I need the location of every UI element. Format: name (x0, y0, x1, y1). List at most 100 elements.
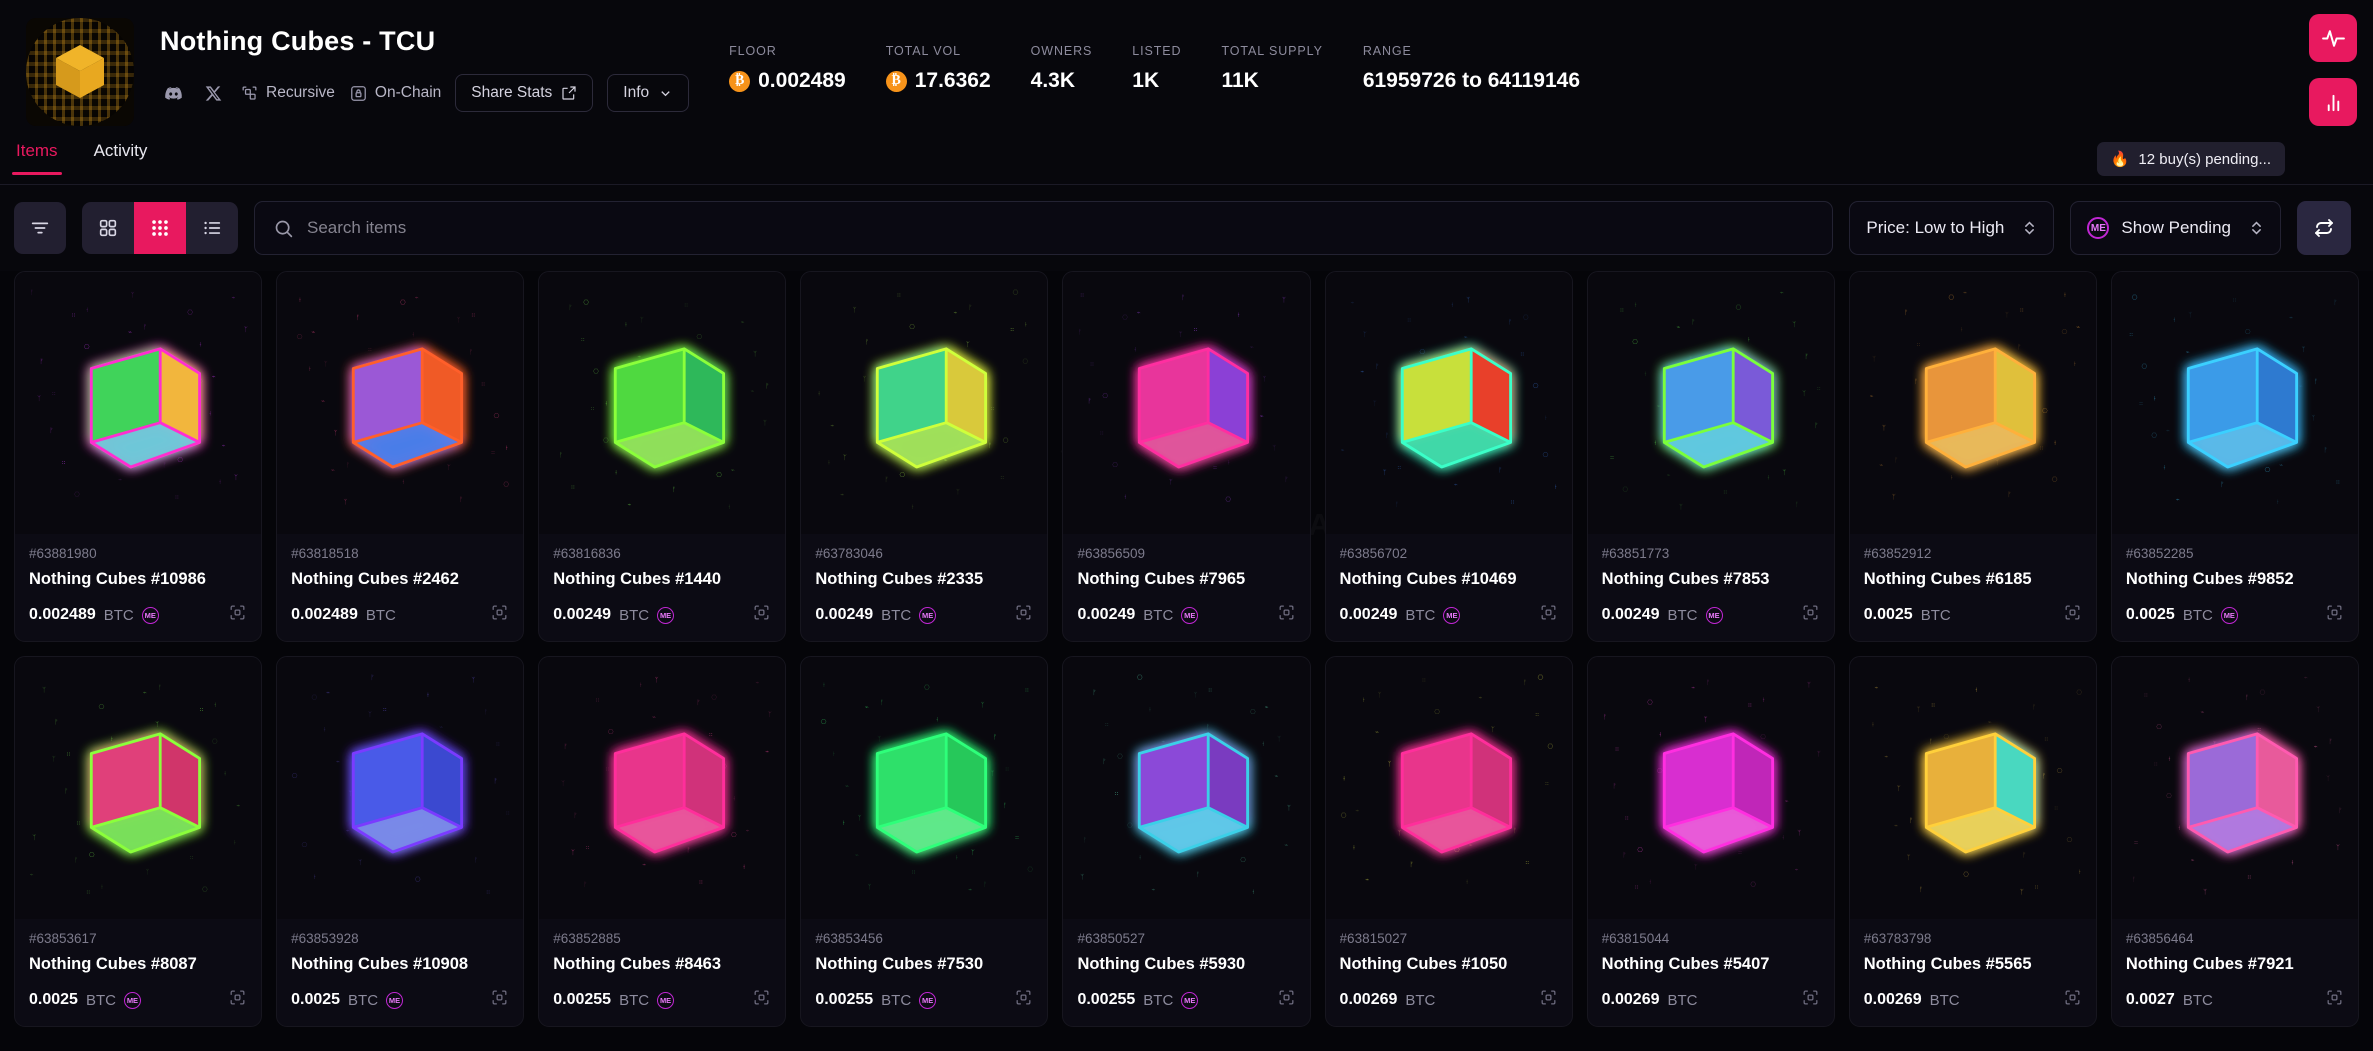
activity-pulse-button[interactable] (2309, 14, 2357, 62)
list-view-button[interactable] (186, 202, 238, 254)
svg-text:⟊: ⟊ (1654, 439, 1656, 447)
filter-toggle-button[interactable] (14, 202, 66, 254)
svg-text:∷: ∷ (586, 844, 590, 852)
discord-icon[interactable] (160, 80, 186, 106)
svg-text:⟊: ⟊ (1782, 834, 1784, 842)
x-icon[interactable] (200, 80, 226, 106)
svg-text:ᛉ: ᛉ (1807, 681, 1811, 689)
svg-text:ᚠ: ᚠ (459, 495, 463, 503)
add-to-cart-button[interactable] (752, 603, 771, 627)
pending-filter-select[interactable]: ME Show Pending (2070, 201, 2281, 255)
nft-title: Nothing Cubes #8463 (553, 955, 771, 974)
svg-text:ᛉ: ᛉ (853, 306, 857, 314)
logo-cube-icon (54, 43, 106, 101)
flame-icon: 🔥 (2111, 150, 2130, 168)
nft-currency: BTC (86, 992, 116, 1009)
refresh-button[interactable] (2297, 201, 2351, 255)
nft-card[interactable]: ⎔∷ᚠᛉ⌁⟊⎔∷ᚠᛉ⌁⟊⎔∷ᚠᛉ⌁⟊⎔∷ᚠᛉ⌁⟊⎔∷ᚠᛉ⌁⟊⎔∷ᚠᛉ #6385… (1062, 271, 1310, 642)
svg-text:∷: ∷ (1105, 720, 1109, 728)
nft-currency: BTC (1143, 992, 1173, 1009)
svg-text:∷: ∷ (596, 696, 600, 704)
nft-price-row: 0.00249 BTC ME (553, 603, 771, 627)
svg-text:⟊: ⟊ (309, 365, 311, 373)
add-to-cart-button[interactable] (228, 603, 247, 627)
svg-text:⟊: ⟊ (1554, 483, 1556, 491)
add-to-cart-button[interactable] (752, 988, 771, 1012)
svg-text:ᛉ: ᛉ (37, 395, 41, 403)
add-to-cart-button[interactable] (1801, 988, 1820, 1012)
svg-text:⌁: ⌁ (1794, 866, 1798, 874)
nft-card[interactable]: ⟊⎔∷ᚠᛉ⌁⟊⎔∷ᚠᛉ⌁⟊⎔∷ᚠᛉ⌁⟊⎔∷ᚠᛉ⌁⟊⎔∷ᚠᛉ⌁⟊⎔∷ᚠ #6378… (800, 271, 1048, 642)
sort-select[interactable]: Price: Low to High (1849, 201, 2054, 255)
nft-card[interactable]: ⎔∷ᚠᛉ⌁⟊⎔∷ᚠᛉ⌁⟊⎔∷ᚠᛉ⌁⟊⎔∷ᚠᛉ⌁⟊⎔∷ᚠᛉ⌁⟊⎔∷ᚠᛉ #6385… (276, 656, 524, 1027)
tab-activity[interactable]: Activity (90, 138, 152, 175)
svg-text:ᛉ: ᛉ (234, 473, 238, 481)
stat-owners: OWNERS 4.3K (1031, 44, 1093, 93)
nft-card[interactable]: ∷ᚠᛉ⌁⟊⎔∷ᚠᛉ⌁⟊⎔∷ᚠᛉ⌁⟊⎔∷ᚠᛉ⌁⟊⎔∷ᚠᛉ⌁⟊⎔∷ᚠᛉ⌁ #6385… (538, 656, 786, 1027)
nft-price: 0.0025 (291, 991, 340, 1009)
nft-card[interactable]: ᚠᛉ⌁⟊⎔∷ᚠᛉ⌁⟊⎔∷ᚠᛉ⌁⟊⎔∷ᚠᛉ⌁⟊⎔∷ᚠᛉ⌁⟊⎔∷ᚠᛉ⌁⟊ #6388… (14, 271, 262, 642)
svg-text:⌁: ⌁ (1894, 821, 1898, 829)
add-to-cart-button[interactable] (1539, 603, 1558, 627)
add-to-cart-button[interactable] (1801, 603, 1820, 627)
nft-card[interactable]: ⌁⟊⎔∷ᚠᛉ⌁⟊⎔∷ᚠᛉ⌁⟊⎔∷ᚠᛉ⌁⟊⎔∷ᚠᛉ⌁⟊⎔∷ᚠᛉ⌁⟊⎔∷ #6381… (1325, 656, 1573, 1027)
add-to-cart-button[interactable] (2063, 988, 2082, 1012)
grid-small-view-button[interactable] (134, 202, 186, 254)
nft-card[interactable]: ⌁⟊⎔∷ᚠᛉ⌁⟊⎔∷ᚠᛉ⌁⟊⎔∷ᚠᛉ⌁⟊⎔∷ᚠᛉ⌁⟊⎔∷ᚠᛉ⌁⟊⎔∷ #6385… (2111, 271, 2359, 642)
add-to-cart-button[interactable] (2325, 603, 2344, 627)
nft-price: 0.00255 (553, 991, 611, 1009)
nft-card[interactable]: ⎔∷ᚠᛉ⌁⟊⎔∷ᚠᛉ⌁⟊⎔∷ᚠᛉ⌁⟊⎔∷ᚠᛉ⌁⟊⎔∷ᚠᛉ⌁⟊⎔∷ᚠᛉ #6378… (1849, 656, 2097, 1027)
svg-text:ᛉ: ᛉ (991, 770, 995, 778)
search-input[interactable] (307, 218, 1814, 238)
add-to-cart-button[interactable] (1277, 988, 1296, 1012)
svg-text:∷: ∷ (1634, 883, 1638, 891)
nft-currency: BTC (2183, 992, 2213, 1009)
nft-price: 0.00249 (815, 606, 873, 624)
nft-price: 0.00249 (1602, 606, 1660, 624)
add-to-cart-button[interactable] (1014, 603, 1033, 627)
svg-text:⟊: ⟊ (616, 468, 618, 476)
add-to-cart-button[interactable] (228, 988, 247, 1012)
svg-text:ᛉ: ᛉ (1995, 459, 1999, 467)
pending-buys-toast[interactable]: 🔥 12 buy(s) pending... (2097, 142, 2285, 176)
share-stats-button[interactable]: Share Stats (455, 74, 593, 112)
svg-text:∷: ∷ (2232, 296, 2236, 304)
nft-card[interactable]: ⟊⎔∷ᚠᛉ⌁⟊⎔∷ᚠᛉ⌁⟊⎔∷ᚠᛉ⌁⟊⎔∷ᚠᛉ⌁⟊⎔∷ᚠᛉ⌁⟊⎔∷ᚠ #6385… (14, 656, 262, 1027)
add-to-cart-button[interactable] (1014, 988, 1033, 1012)
nft-card[interactable]: ᛉ⌁⟊⎔∷ᚠᛉ⌁⟊⎔∷ᚠᛉ⌁⟊⎔∷ᚠᛉ⌁⟊⎔∷ᚠᛉ⌁⟊⎔∷ᚠᛉ⌁⟊⎔ #6381… (276, 271, 524, 642)
tab-items[interactable]: Items (12, 138, 62, 175)
add-to-cart-button[interactable] (2063, 603, 2082, 627)
nft-artwork: ⌁⟊⎔∷ᚠᛉ⌁⟊⎔∷ᚠᛉ⌁⟊⎔∷ᚠᛉ⌁⟊⎔∷ᚠᛉ⌁⟊⎔∷ᚠᛉ⌁⟊⎔∷ (1326, 657, 1572, 919)
magic-eden-icon: ME (142, 607, 159, 624)
nft-card[interactable]: ᛉ⌁⟊⎔∷ᚠᛉ⌁⟊⎔∷ᚠᛉ⌁⟊⎔∷ᚠᛉ⌁⟊⎔∷ᚠᛉ⌁⟊⎔∷ᚠᛉ⌁⟊⎔ #6385… (1062, 656, 1310, 1027)
nft-card[interactable]: ᚠᛉ⌁⟊⎔∷ᚠᛉ⌁⟊⎔∷ᚠᛉ⌁⟊⎔∷ᚠᛉ⌁⟊⎔∷ᚠᛉ⌁⟊⎔∷ᚠᛉ⌁⟊ #6385… (800, 656, 1048, 1027)
search-bar[interactable] (254, 201, 1833, 255)
svg-text:∷: ∷ (2044, 735, 2048, 743)
add-to-cart-button[interactable] (1539, 988, 1558, 1012)
add-to-cart-button[interactable] (490, 988, 509, 1012)
svg-text:⎔: ⎔ (1103, 392, 1109, 400)
svg-text:⌁: ⌁ (222, 441, 226, 449)
nft-artwork: ᛉ⌁⟊⎔∷ᚠᛉ⌁⟊⎔∷ᚠᛉ⌁⟊⎔∷ᚠᛉ⌁⟊⎔∷ᚠᛉ⌁⟊⎔∷ᚠᛉ⌁⟊⎔ (1063, 657, 1309, 919)
nft-card[interactable]: ⌁⟊⎔∷ᚠᛉ⌁⟊⎔∷ᚠᛉ⌁⟊⎔∷ᚠᛉ⌁⟊⎔∷ᚠᛉ⌁⟊⎔∷ᚠᛉ⌁⟊⎔∷ #6381… (538, 271, 786, 642)
nft-card[interactable]: ᛉ⌁⟊⎔∷ᚠᛉ⌁⟊⎔∷ᚠᛉ⌁⟊⎔∷ᚠᛉ⌁⟊⎔∷ᚠᛉ⌁⟊⎔∷ᚠᛉ⌁⟊⎔ #6385… (1849, 271, 2097, 642)
grid-large-view-button[interactable] (82, 202, 134, 254)
svg-text:ᚠ: ᚠ (766, 382, 770, 390)
svg-text:⎔: ⎔ (1434, 708, 1440, 716)
nft-card[interactable]: ∷ᚠᛉ⌁⟊⎔∷ᚠᛉ⌁⟊⎔∷ᚠᛉ⌁⟊⎔∷ᚠᛉ⌁⟊⎔∷ᚠᛉ⌁⟊⎔∷ᚠᛉ⌁ #6385… (1325, 271, 1573, 642)
svg-text:⌁: ⌁ (1360, 367, 1364, 375)
svg-text:∷: ∷ (1817, 385, 1821, 393)
bar-chart-button[interactable] (2309, 78, 2357, 126)
stat-total-vol: TOTAL VOL ₿ 17.6362 (886, 44, 991, 93)
add-to-cart-button[interactable] (2325, 988, 2344, 1012)
info-dropdown-button[interactable]: Info (607, 74, 689, 112)
nft-card[interactable]: ᚠᛉ⌁⟊⎔∷ᚠᛉ⌁⟊⎔∷ᚠᛉ⌁⟊⎔∷ᚠᛉ⌁⟊⎔∷ᚠᛉ⌁⟊⎔∷ᚠᛉ⌁⟊ #6385… (1587, 271, 1835, 642)
add-to-cart-button[interactable] (1277, 603, 1296, 627)
svg-text:⎔: ⎔ (1948, 294, 1954, 302)
nft-card-body: #63853617 Nothing Cubes #8087 0.0025 BTC… (15, 919, 261, 1026)
svg-text:∷: ∷ (1081, 291, 1085, 299)
nft-card[interactable]: ∷ᚠᛉ⌁⟊⎔∷ᚠᛉ⌁⟊⎔∷ᚠᛉ⌁⟊⎔∷ᚠᛉ⌁⟊⎔∷ᚠᛉ⌁⟊⎔∷ᚠᛉ⌁ #6385… (2111, 656, 2359, 1027)
svg-text:ᛉ: ᛉ (768, 711, 772, 719)
nft-card[interactable]: ⟊⎔∷ᚠᛉ⌁⟊⎔∷ᚠᛉ⌁⟊⎔∷ᚠᛉ⌁⟊⎔∷ᚠᛉ⌁⟊⎔∷ᚠᛉ⌁⟊⎔∷ᚠ #6381… (1587, 656, 1835, 1027)
add-to-cart-button[interactable] (490, 603, 509, 627)
